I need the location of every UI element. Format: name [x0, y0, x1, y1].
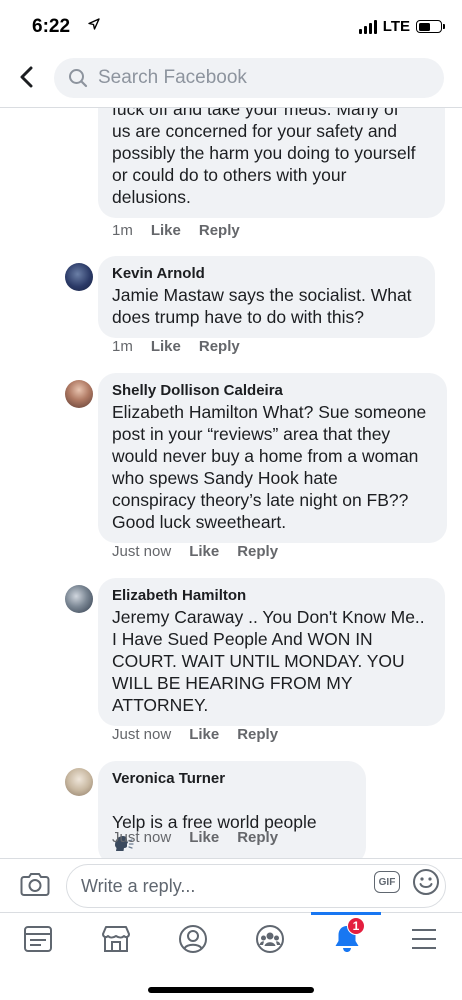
reply-bar: Write a reply... GIF	[0, 858, 462, 912]
like-button[interactable]: Like	[151, 338, 181, 355]
back-button[interactable]	[12, 62, 42, 92]
comment-actions: 1m Like Reply	[112, 338, 240, 355]
commenter-name[interactable]: Elizabeth Hamilton	[112, 586, 431, 606]
comment-actions: 1m Like Reply	[112, 222, 240, 239]
comment-actions: Just now Like Reply	[112, 829, 278, 846]
commenter-name[interactable]: Kevin Arnold	[112, 264, 421, 284]
camera-button[interactable]	[20, 871, 50, 902]
avatar[interactable]	[65, 768, 93, 796]
comment-thread: fuck off and take your meds. Many of us …	[0, 108, 462, 858]
top-header: Search Facebook	[0, 52, 462, 108]
reply-placeholder: Write a reply...	[81, 875, 196, 896]
smiley-icon	[413, 869, 439, 895]
tab-notifications[interactable]: 1	[327, 917, 367, 955]
tab-menu[interactable]	[404, 923, 444, 955]
comment-text: Elizabeth Hamilton What? Sue someone pos…	[112, 402, 427, 532]
tab-groups[interactable]	[250, 923, 290, 955]
profile-icon	[179, 925, 207, 953]
reply-button[interactable]: Reply	[237, 726, 278, 743]
reply-button[interactable]: Reply	[237, 829, 278, 846]
reply-button[interactable]: Reply	[199, 222, 240, 239]
search-input[interactable]: Search Facebook	[54, 58, 444, 98]
comment-text: Jeremy Caraway .. You Don't Know Me.. I …	[112, 607, 425, 715]
notification-badge: 1	[347, 917, 365, 935]
network-label: LTE	[382, 18, 410, 35]
comment-time: 1m	[112, 338, 133, 355]
home-indicator[interactable]	[148, 987, 314, 993]
comment-actions: Just now Like Reply	[112, 726, 278, 743]
like-button[interactable]: Like	[189, 543, 219, 560]
avatar[interactable]	[65, 585, 93, 613]
search-icon	[69, 69, 88, 88]
reply-button[interactable]: Reply	[199, 338, 240, 355]
like-button[interactable]: Like	[151, 222, 181, 239]
bottom-tab-bar: 1	[0, 912, 462, 1000]
location-arrow-icon	[88, 18, 100, 30]
gif-button[interactable]: GIF	[374, 871, 400, 893]
marketplace-icon	[102, 926, 130, 952]
menu-icon	[412, 929, 436, 949]
comment-text: Jamie Mastaw says the socialist. What do…	[112, 285, 412, 327]
status-time: 6:22	[32, 16, 71, 37]
commenter-name[interactable]: Veronica Turner	[112, 769, 352, 789]
comment-actions: Just now Like Reply	[112, 543, 278, 560]
comment-bubble[interactable]: fuck off and take your meds. Many of us …	[98, 108, 445, 218]
search-placeholder: Search Facebook	[98, 67, 247, 88]
comment-bubble[interactable]: Kevin Arnold Jamie Mastaw says the socia…	[98, 256, 435, 338]
emoji-button[interactable]	[412, 868, 440, 901]
news-feed-icon	[24, 926, 52, 952]
battery-icon	[416, 20, 445, 33]
comment-text: fuck off and take your meds. Many of us …	[112, 108, 416, 207]
comment-time: Just now	[112, 543, 172, 560]
avatar[interactable]	[65, 263, 93, 291]
gif-label: GIF	[378, 876, 396, 888]
comment-time: Just now	[112, 726, 172, 743]
signal-icon	[358, 19, 377, 34]
chevron-left-icon	[20, 66, 33, 88]
active-tab-indicator	[311, 912, 381, 915]
like-button[interactable]: Like	[189, 726, 219, 743]
tab-marketplace[interactable]	[96, 923, 136, 955]
comment-time: 1m	[112, 222, 133, 239]
avatar[interactable]	[65, 380, 93, 408]
like-button[interactable]: Like	[189, 829, 219, 846]
groups-icon	[256, 925, 284, 953]
camera-icon	[20, 873, 50, 896]
tab-news-feed[interactable]	[18, 923, 58, 955]
status-bar: 6:22 LTE	[0, 0, 462, 52]
commenter-name[interactable]: Shelly Dollison Caldeira	[112, 381, 433, 401]
reply-button[interactable]: Reply	[237, 543, 278, 560]
comment-bubble[interactable]: Elizabeth Hamilton Jeremy Caraway .. You…	[98, 578, 445, 726]
comment-time: Just now	[112, 829, 172, 846]
comment-bubble[interactable]: Shelly Dollison Caldeira Elizabeth Hamil…	[98, 373, 447, 543]
tab-profile[interactable]	[173, 923, 213, 955]
